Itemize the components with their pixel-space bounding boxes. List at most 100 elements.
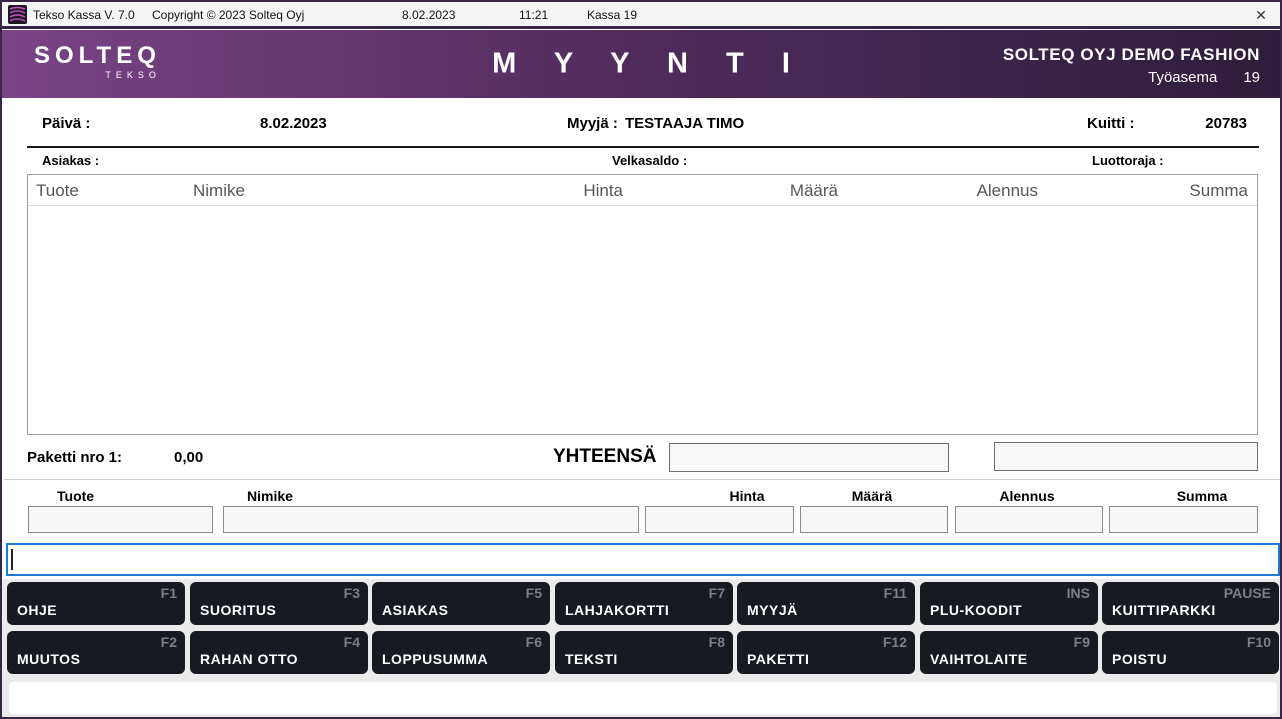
workstation-label: Työasema — [1148, 69, 1217, 86]
text-cursor — [11, 549, 13, 570]
entry-label-summa: Summa — [1157, 488, 1247, 504]
col-header-tuote: Tuote — [36, 181, 79, 201]
button-key: F11 — [884, 585, 907, 601]
debt-label: Velkasaldo : — [612, 153, 687, 168]
button-label: LOPPUSUMMA — [382, 651, 488, 667]
button-key: F10 — [1247, 634, 1271, 650]
button-label: POISTU — [1112, 651, 1167, 667]
receipt-label: Kuitti : — [1087, 115, 1134, 132]
button-key: F6 — [526, 634, 542, 650]
entry-label-nimike: Nimike — [247, 488, 293, 504]
button-label: PAKETTI — [747, 651, 809, 667]
titlebar-time: 11:21 — [519, 8, 548, 22]
message-bar — [9, 682, 1277, 714]
button-rahan-otto[interactable]: RAHAN OTTO F4 — [190, 631, 368, 674]
button-label: KUITTIPARKKI — [1112, 602, 1216, 618]
col-header-summa: Summa — [1124, 181, 1248, 201]
button-key: F1 — [161, 585, 177, 601]
button-kuittiparkki[interactable]: KUITTIPARKKI PAUSE — [1102, 582, 1279, 625]
credit-label: Luottoraja : — [1092, 153, 1164, 168]
store-info: SOLTEQ OYJ DEMO FASHION Työasema 19 — [1003, 45, 1260, 86]
button-loppusumma[interactable]: LOPPUSUMMA F6 — [372, 631, 550, 674]
date-label: Päivä : — [42, 115, 90, 132]
button-lahjakortti[interactable]: LAHJAKORTTI F7 — [555, 582, 733, 625]
package-label: Paketti nro 1: — [27, 449, 122, 466]
button-label: TEKSTI — [565, 651, 618, 667]
button-muutos[interactable]: MUUTOS F2 — [7, 631, 185, 674]
col-header-maara: Määrä — [723, 181, 838, 201]
app-title: Tekso Kassa V. 7.0 — [33, 8, 135, 22]
tuote-input[interactable] — [28, 506, 213, 533]
app-window: Tekso Kassa V. 7.0 Copyright © 2023 Solt… — [0, 0, 1282, 719]
logo-main-text: SOLTEQ — [34, 43, 161, 69]
button-suoritus[interactable]: SUORITUS F3 — [190, 582, 368, 625]
button-key: F5 — [526, 585, 542, 601]
customer-label: Asiakas : — [42, 153, 99, 168]
function-button-strip: OHJE F1 SUORITUS F3 ASIAKAS F5 LAHJAKORT… — [2, 579, 1280, 678]
solteq-logo: SOLTEQ TEKSO — [34, 43, 161, 80]
entry-label-alennus: Alennus — [977, 488, 1077, 504]
button-label: MYYJÄ — [747, 602, 798, 618]
col-header-hinta: Hinta — [508, 181, 623, 201]
button-key: F2 — [161, 634, 177, 650]
entry-label-maara: Määrä — [827, 488, 917, 504]
button-paketti[interactable]: PAKETTI F12 — [737, 631, 915, 674]
button-ohje[interactable]: OHJE F1 — [7, 582, 185, 625]
button-key: F4 — [344, 634, 360, 650]
command-input[interactable] — [6, 543, 1280, 576]
copyright-text: Copyright © 2023 Solteq Oyj — [152, 8, 304, 22]
button-key: F12 — [883, 634, 907, 650]
summa-input[interactable] — [1109, 506, 1258, 533]
total-label: YHTEENSÄ — [553, 446, 656, 468]
workstation-value: 19 — [1243, 69, 1260, 86]
button-poistu[interactable]: POISTU F10 — [1102, 631, 1279, 674]
button-key: F8 — [709, 634, 725, 650]
button-myyja[interactable]: MYYJÄ F11 — [737, 582, 915, 625]
button-key: F7 — [709, 585, 725, 601]
button-asiakas[interactable]: ASIAKAS F5 — [372, 582, 550, 625]
col-header-nimike: Nimike — [193, 181, 245, 201]
button-key: F9 — [1074, 634, 1090, 650]
button-label: MUUTOS — [17, 651, 80, 667]
package-value: 0,00 — [174, 449, 203, 466]
titlebar-register: Kassa 19 — [587, 8, 637, 22]
seller-label: Myyjä : — [567, 115, 618, 132]
button-teksti[interactable]: TEKSTI F8 — [555, 631, 733, 674]
page-title: M Y Y N T I — [477, 48, 805, 81]
button-label: LAHJAKORTTI — [565, 602, 669, 618]
titlebar: Tekso Kassa V. 7.0 Copyright © 2023 Solt… — [2, 2, 1280, 29]
date-value: 8.02.2023 — [260, 115, 327, 132]
workstation-info: Työasema 19 — [1003, 69, 1260, 86]
logo-sub-text: TEKSO — [34, 70, 161, 80]
button-key: PAUSE — [1224, 585, 1271, 601]
button-label: SUORITUS — [200, 602, 276, 618]
col-header-alennus: Alennus — [918, 181, 1038, 201]
total-amount-field[interactable] — [669, 443, 949, 472]
seller-value: TESTAAJA TIMO — [625, 115, 744, 132]
button-label: RAHAN OTTO — [200, 651, 298, 667]
divider-line — [27, 146, 1259, 148]
hinta-input[interactable] — [645, 506, 794, 533]
divider-line-2 — [4, 479, 1282, 480]
button-label: ASIAKAS — [382, 602, 449, 618]
bottom-strip — [2, 678, 1280, 717]
close-icon[interactable]: ✕ — [1252, 6, 1270, 24]
entry-label-hinta: Hinta — [702, 488, 792, 504]
button-label: PLU-KOODIT — [930, 602, 1022, 618]
button-label: OHJE — [17, 602, 57, 618]
maara-input[interactable] — [800, 506, 948, 533]
store-name: SOLTEQ OYJ DEMO FASHION — [1003, 45, 1260, 65]
button-vaihtolaite[interactable]: VAIHTOLAITE F9 — [920, 631, 1098, 674]
total-secondary-field[interactable] — [994, 442, 1258, 471]
sales-lines-table: Tuote Nimike Hinta Määrä Alennus Summa — [27, 174, 1258, 435]
app-icon — [8, 5, 27, 24]
table-header-row: Tuote Nimike Hinta Määrä Alennus Summa — [28, 175, 1257, 206]
nimike-input[interactable] — [223, 506, 639, 533]
entry-label-tuote: Tuote — [57, 488, 94, 504]
titlebar-date: 8.02.2023 — [402, 8, 455, 22]
button-label: VAIHTOLAITE — [930, 651, 1028, 667]
alennus-input[interactable] — [955, 506, 1103, 533]
brand-header: SOLTEQ TEKSO M Y Y N T I SOLTEQ OYJ DEMO… — [2, 30, 1280, 98]
button-key: F3 — [344, 585, 360, 601]
button-plu-koodit[interactable]: PLU-KOODIT INS — [920, 582, 1098, 625]
